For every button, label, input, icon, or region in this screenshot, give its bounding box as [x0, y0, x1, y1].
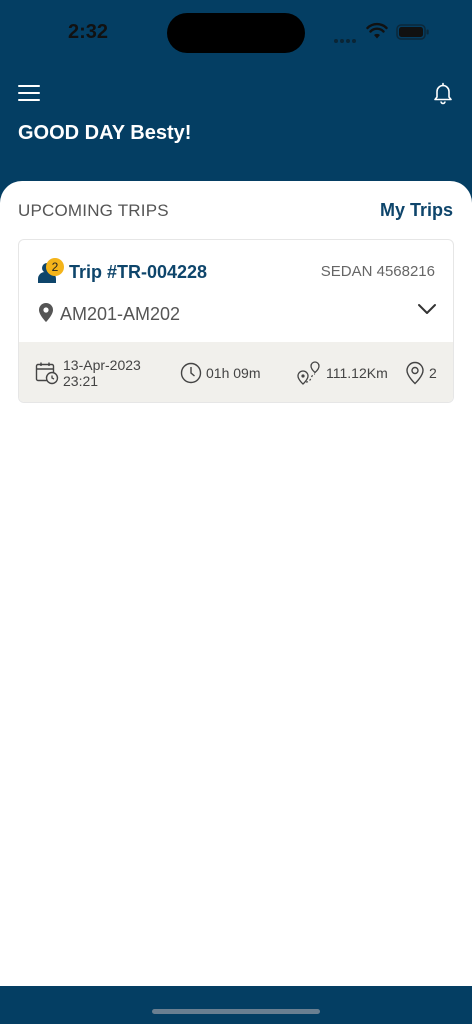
notification-bell-icon[interactable]	[431, 81, 455, 105]
trip-distance: 111.12Km	[296, 342, 388, 402]
wifi-icon	[366, 22, 388, 39]
cellular-signal-icon	[334, 30, 358, 48]
bottom-bar	[0, 986, 472, 1024]
location-pin-icon	[39, 303, 53, 322]
greeting-text: GOOD DAY Besty!	[18, 122, 192, 144]
passenger-count-badge: 2	[46, 258, 64, 276]
home-indicator[interactable]	[152, 1009, 320, 1014]
trip-datetime: 13-Apr-2023 23:21	[35, 342, 141, 402]
trip-card-details: 13-Apr-2023 23:21 01h 09m 111.12Km 2	[19, 342, 453, 402]
dynamic-island	[167, 13, 305, 53]
my-trips-link[interactable]: My Trips	[380, 200, 453, 221]
trip-route: AM201-AM202	[60, 304, 181, 324]
battery-icon	[396, 24, 429, 40]
trip-card-header: 2 Trip #TR-004228 SEDAN 4568216 AM201-AM…	[19, 240, 453, 342]
location-pin-outline-icon	[406, 361, 424, 385]
trip-stops: 2	[405, 342, 437, 402]
main-content: UPCOMING TRIPS My Trips 2 Trip #TR-00422…	[0, 181, 472, 986]
upcoming-trips-title: UPCOMING TRIPS	[18, 201, 169, 220]
trip-card[interactable]: 2 Trip #TR-004228 SEDAN 4568216 AM201-AM…	[18, 239, 454, 403]
app-header: GOOD DAY Besty!	[0, 64, 472, 194]
trip-time: 23:21	[63, 373, 99, 389]
trip-duration-text: 01h 09m	[206, 365, 261, 381]
chevron-down-icon[interactable]	[417, 302, 437, 316]
trip-id: Trip #TR-004228	[69, 262, 208, 282]
route-distance-icon	[297, 361, 320, 385]
trip-stops-count: 2	[429, 365, 437, 381]
trip-distance-text: 111.12Km	[326, 365, 388, 381]
trip-duration: 01h 09m	[180, 342, 261, 402]
trip-date: 13-Apr-2023	[63, 357, 141, 373]
status-bar: 2:32	[0, 0, 472, 64]
calendar-clock-icon	[35, 362, 59, 385]
status-time: 2:32	[68, 21, 109, 43]
clock-icon	[180, 362, 202, 384]
vehicle-info: SEDAN 4568216	[320, 263, 435, 280]
hamburger-menu-icon[interactable]	[18, 82, 40, 104]
